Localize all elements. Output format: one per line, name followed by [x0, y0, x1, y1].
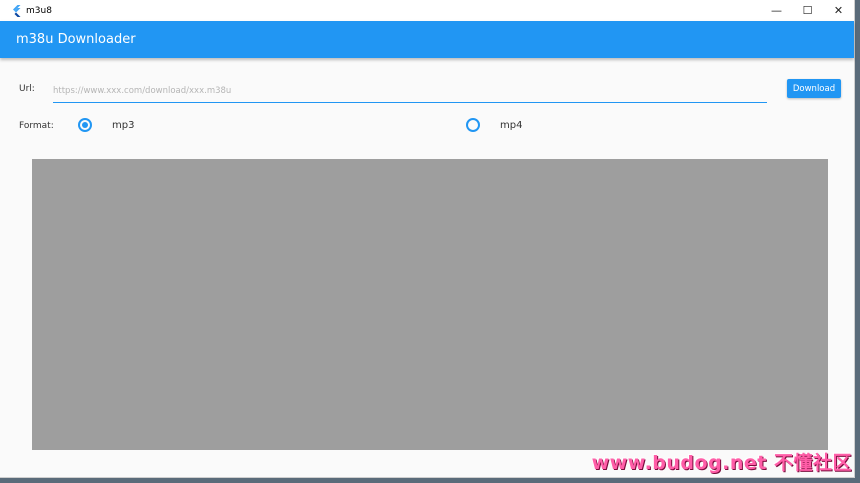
title-bar: m3u8 — ☐ ✕: [0, 0, 854, 21]
minimize-button[interactable]: —: [761, 0, 792, 21]
video-preview-area: [32, 159, 828, 450]
maximize-icon: ☐: [802, 4, 813, 17]
close-icon: ✕: [833, 4, 844, 17]
maximize-button[interactable]: ☐: [792, 0, 823, 21]
url-label: Url:: [19, 84, 35, 94]
download-button[interactable]: Download: [787, 79, 841, 98]
app-window: m3u8 — ☐ ✕ m38u Downloader Url: Download…: [0, 0, 855, 478]
window-controls: — ☐ ✕: [761, 0, 854, 21]
format-label: Format:: [19, 121, 54, 131]
close-button[interactable]: ✕: [823, 0, 854, 21]
app-bar: m38u Downloader: [0, 21, 854, 58]
flutter-logo-icon: [12, 4, 21, 17]
mp4-radio[interactable]: [466, 118, 480, 132]
mp3-radio[interactable]: [78, 118, 92, 132]
watermark: www.budog.net 不懂社区: [591, 452, 852, 474]
window-title: m3u8: [26, 5, 52, 16]
mp4-label[interactable]: mp4: [500, 120, 522, 131]
app-bar-title: m38u Downloader: [16, 32, 136, 47]
url-input[interactable]: [53, 80, 767, 103]
minimize-icon: —: [771, 4, 782, 17]
mp3-label[interactable]: mp3: [112, 120, 134, 131]
